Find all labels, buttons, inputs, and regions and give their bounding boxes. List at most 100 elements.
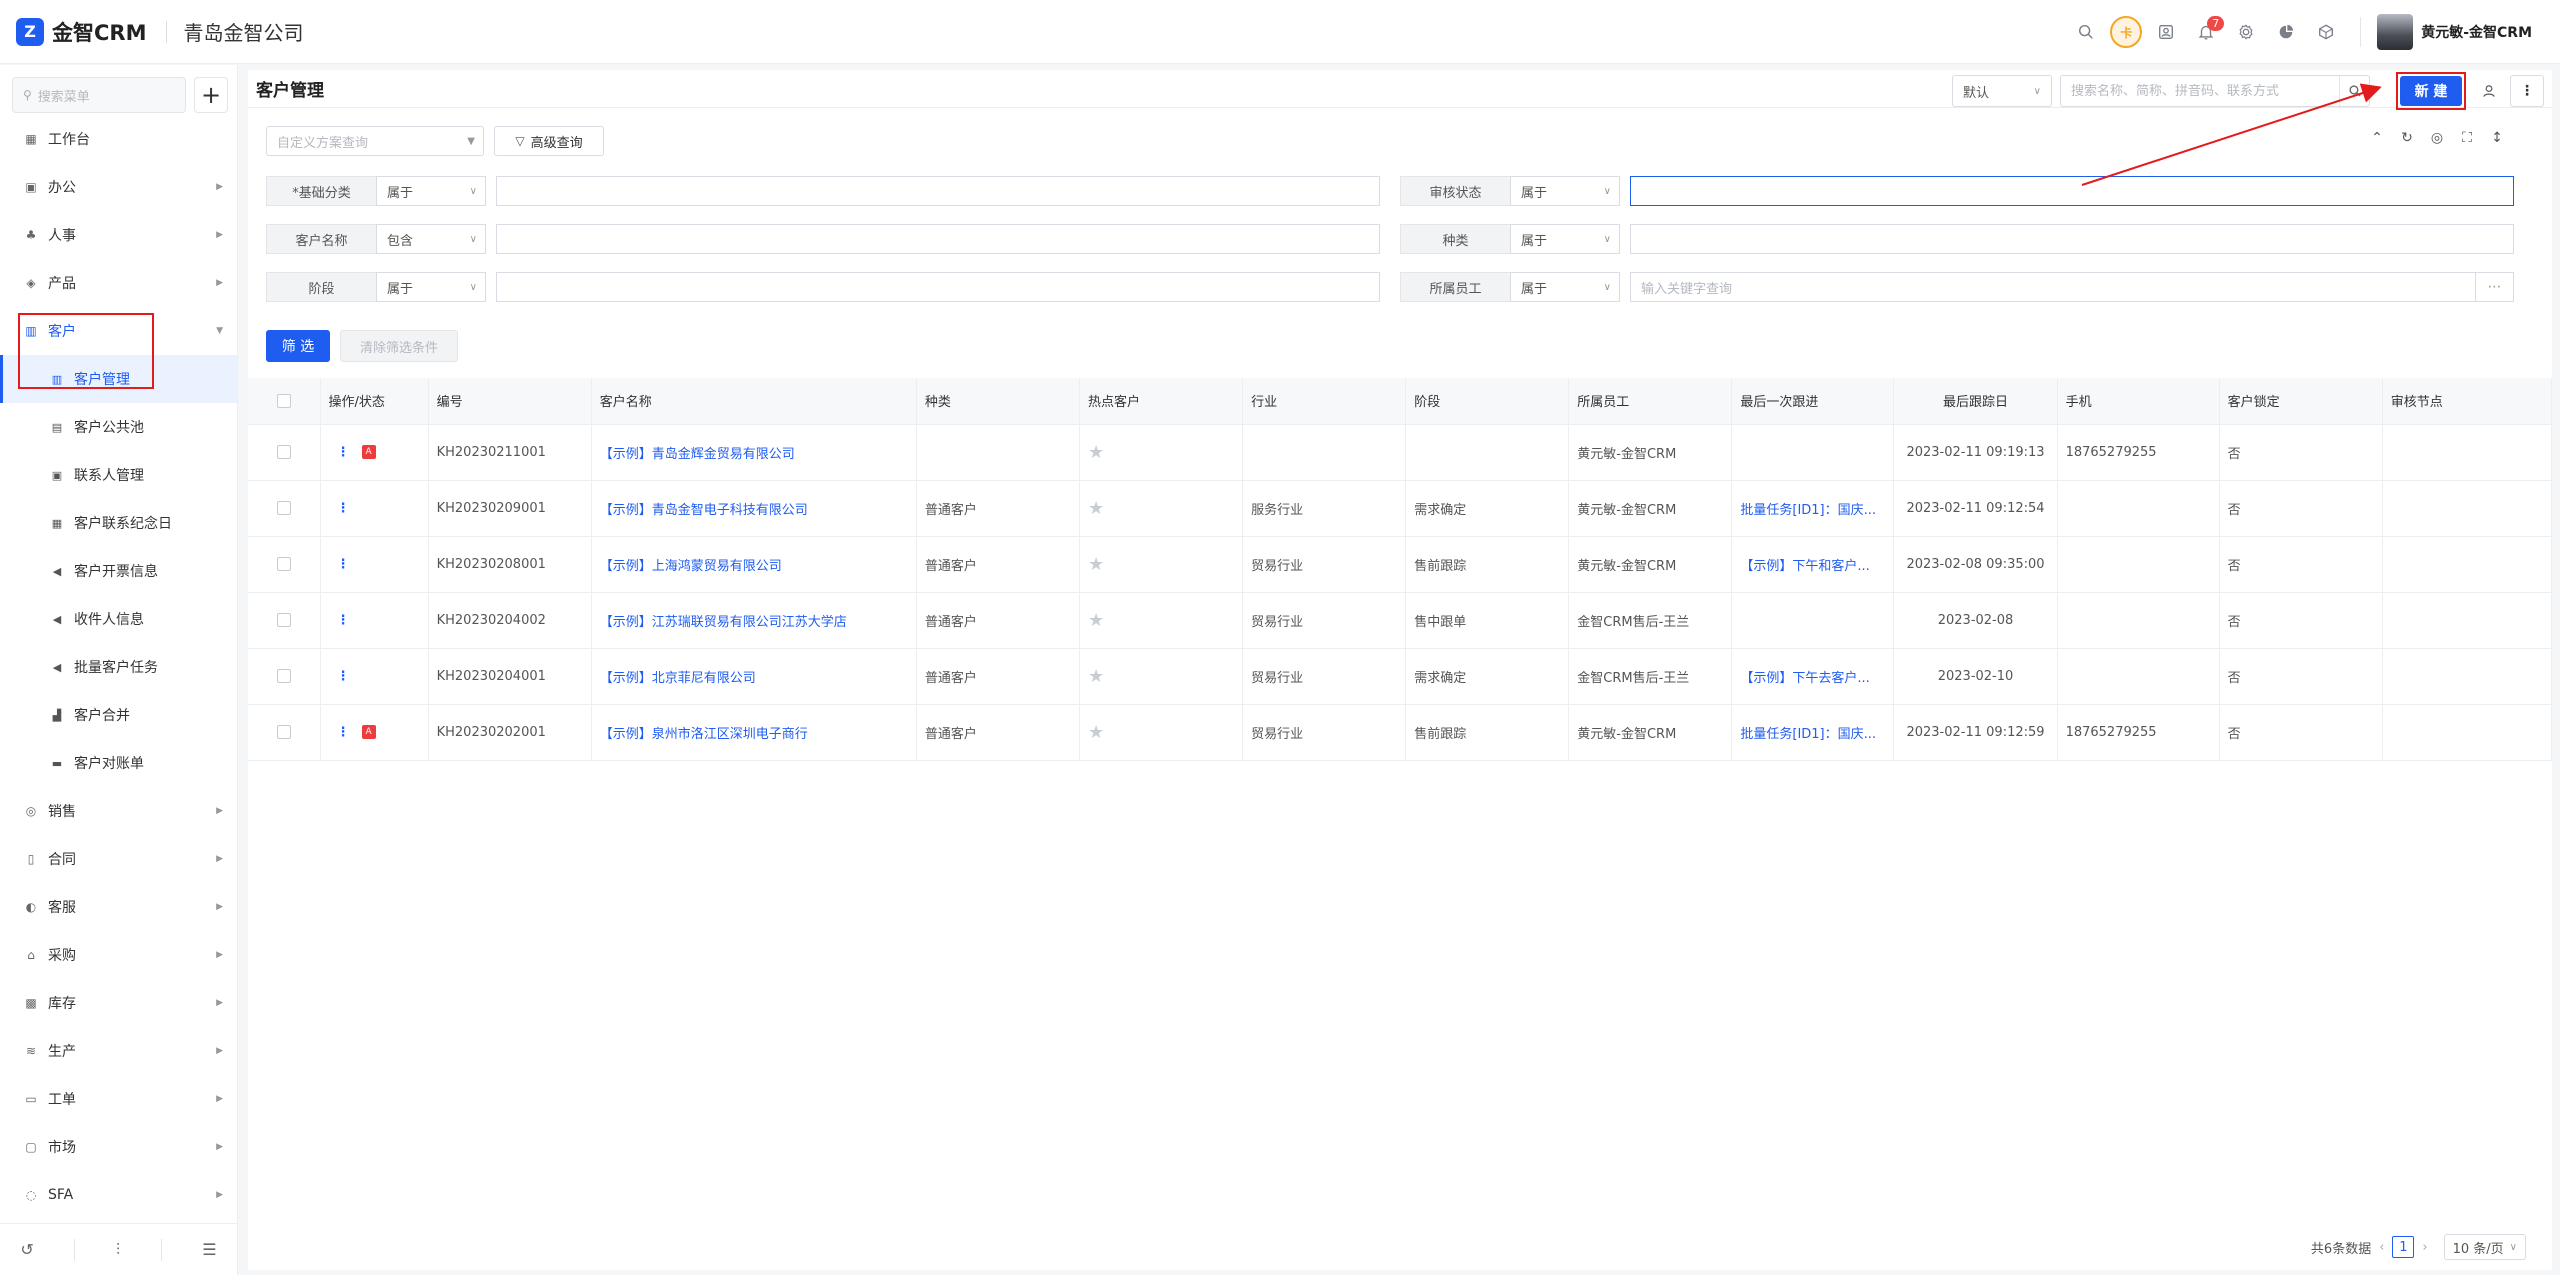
filter-value-input[interactable] [1630, 224, 2514, 254]
user-icon[interactable] [2472, 75, 2506, 107]
sidebar-subitem-customer-manage[interactable]: ▥ 客户管理 [0, 355, 237, 403]
filter-button[interactable]: 筛 选 [266, 330, 330, 362]
sidebar-subitem-invoice[interactable]: ◀ 客户开票信息 [0, 547, 237, 595]
customer-search-input[interactable] [2061, 83, 2339, 99]
sidebar-subitem-batch-task[interactable]: ◀ 批量客户任务 [0, 643, 237, 691]
sidebar-item-market[interactable]: ▢ 市场 ▶ [0, 1123, 237, 1171]
last-follow-link[interactable] [1731, 592, 1895, 649]
user-menu[interactable]: 黄元敏-金智CRM [2377, 14, 2532, 50]
filter-value-input[interactable] [496, 224, 1380, 254]
sidebar-subitem-merge[interactable]: ▟ 客户合并 [0, 691, 237, 739]
card-icon[interactable]: 卡 [2106, 12, 2146, 52]
staff-keyword-input[interactable]: 输入关键字查询 [1630, 272, 2476, 302]
last-follow-link[interactable]: 批量任务[ID1]：国庆... [1731, 480, 1895, 537]
filter-operator-select[interactable]: 属于 ∨ [1510, 176, 1620, 206]
more-options-icon[interactable]: ⋯ [2476, 272, 2514, 302]
sidebar-item-customer[interactable]: ▥ 客户 ▼ [0, 307, 237, 355]
filter-operator-select[interactable]: 属于 ∨ [376, 272, 486, 302]
scheme-select[interactable]: 自定义方案查询 ▼ [266, 126, 484, 156]
filter-value-input[interactable] [496, 176, 1380, 206]
more-button[interactable]: ⋮ [2510, 75, 2544, 107]
star-icon[interactable]: ★ [1088, 722, 1104, 743]
clear-filter-button[interactable]: 清除筛选条件 [340, 330, 458, 362]
sidebar-item-sales[interactable]: ◎ 销售 ▶ [0, 787, 237, 835]
table-row[interactable]: ⋮ KH20230204002 【示例】江苏瑞联贸易有限公司江苏大学店 普通客户 ★ 贸易… [248, 592, 2553, 649]
page-number[interactable]: 1 [2392, 1236, 2415, 1258]
app-logo[interactable]: Z 金智CRM [16, 17, 146, 47]
sidebar-subitem-customer-pool[interactable]: ▤ 客户公共池 [0, 403, 237, 451]
sidebar-item-purchase[interactable]: ⌂ 采购 ▶ [0, 931, 237, 979]
sidebar-subitem-statement[interactable]: ▬ 客户对账单 [0, 739, 237, 787]
sidebar-item-inventory[interactable]: ▩ 库存 ▶ [0, 979, 237, 1027]
star-icon[interactable]: ★ [1088, 610, 1104, 631]
sidebar-item-production[interactable]: ≋ 生产 ▶ [0, 1027, 237, 1075]
target-icon[interactable]: ◎ [2422, 130, 2452, 146]
refresh-icon[interactable]: ↻ [2392, 130, 2422, 146]
sidebar-subitem-contacts[interactable]: ▣ 联系人管理 [0, 451, 237, 499]
filter-operator-select[interactable]: 属于 ∨ [1510, 272, 1620, 302]
last-follow-link[interactable]: 【示例】下午去客户... [1731, 648, 1895, 705]
sidebar-item-office[interactable]: ▣ 办公 ▶ [0, 163, 237, 211]
customer-name-link[interactable]: 【示例】上海鸿蒙贸易有限公司 [591, 536, 917, 593]
sidebar-subitem-anniversary[interactable]: ▦ 客户联系纪念日 [0, 499, 237, 547]
filter-operator-select[interactable]: 属于 ∨ [1510, 224, 1620, 254]
sidebar-item-workbench[interactable]: ▦ 工作台 [0, 115, 237, 163]
pie-chart-icon[interactable] [2266, 12, 2306, 52]
filter-value-input[interactable] [496, 272, 1380, 302]
table-row[interactable]: ⋮ KH20230209001 【示例】青岛金智电子科技有限公司 普通客户 ★ 服务行业需… [248, 480, 2553, 537]
new-button[interactable]: 新 建 [2400, 76, 2462, 106]
search-icon[interactable] [2066, 12, 2106, 52]
bell-icon[interactable]: 7 [2186, 12, 2226, 52]
more-vertical-icon[interactable]: ⋮ [337, 445, 350, 460]
sidebar-item-product[interactable]: ◈ 产品 ▶ [0, 259, 237, 307]
star-icon[interactable]: ★ [1088, 554, 1104, 575]
sidebar-item-contract[interactable]: ▯ 合同 ▶ [0, 835, 237, 883]
row-checkbox[interactable] [276, 501, 291, 515]
row-checkbox[interactable] [276, 725, 291, 739]
filter-operator-select[interactable]: 属于 ∨ [376, 176, 486, 206]
sidebar-item-service[interactable]: ◐ 客服 ▶ [0, 883, 237, 931]
prev-page-icon[interactable]: ‹ [2379, 1240, 2384, 1255]
settings-sliders-icon[interactable]: ⫶ [116, 1240, 120, 1260]
row-checkbox[interactable] [276, 613, 291, 627]
filter-operator-select[interactable]: 包含 ∨ [376, 224, 486, 254]
sidebar-item-hr[interactable]: ♣ 人事 ▶ [0, 211, 237, 259]
page-size-select[interactable]: 10 条/页 ∨ [2443, 1234, 2526, 1260]
customer-name-link[interactable]: 【示例】青岛金智电子科技有限公司 [591, 480, 917, 537]
sidebar-subitem-recipient[interactable]: ◀ 收件人信息 [0, 595, 237, 643]
table-row[interactable]: ⋮ A KH20230211001 【示例】青岛金辉金贸易有限公司 ★ 黄元敏-金智CRM… [248, 424, 2553, 481]
row-checkbox[interactable] [276, 557, 291, 571]
row-checkbox[interactable] [276, 669, 291, 683]
menu-search-input[interactable]: ⚲ 搜索菜单 [12, 77, 186, 113]
table-row[interactable]: ⋮ KH20230204001 【示例】北京菲尼有限公司 普通客户 ★ 贸易行业 需求确定金… [248, 648, 2553, 705]
last-follow-link[interactable]: 【示例】下午和客户... [1731, 536, 1895, 593]
filter-value-input[interactable] [1630, 176, 2514, 206]
more-vertical-icon[interactable]: ⋮ [337, 501, 350, 516]
customer-name-link[interactable]: 【示例】青岛金辉金贸易有限公司 [591, 424, 917, 481]
next-page-icon[interactable]: › [2422, 1240, 2427, 1255]
star-icon[interactable]: ★ [1088, 498, 1104, 519]
star-icon[interactable]: ★ [1088, 666, 1104, 687]
collapse-menu-icon[interactable]: ☰ [202, 1240, 216, 1259]
gear-icon[interactable] [2226, 12, 2266, 52]
last-follow-link[interactable]: 批量任务[ID1]：国庆... [1731, 704, 1895, 761]
fullscreen-icon[interactable]: ⛶ [2452, 130, 2482, 146]
collapse-up-icon[interactable]: ⌃ [2362, 130, 2392, 146]
select-all-checkbox[interactable] [248, 378, 321, 425]
customer-name-link[interactable]: 【示例】北京菲尼有限公司 [591, 648, 917, 705]
contacts-icon[interactable] [2146, 12, 2186, 52]
more-vertical-icon[interactable]: ⋮ [337, 669, 350, 684]
checkbox[interactable] [276, 393, 291, 408]
customer-name-link[interactable]: 【示例】泉州市洛江区深圳电子商行 [591, 704, 917, 761]
row-checkbox[interactable] [276, 445, 291, 459]
sidebar-item-sfa[interactable]: ◌ SFA ▶ [0, 1171, 237, 1219]
more-vertical-icon[interactable]: ⋮ [337, 613, 350, 628]
sidebar-item-workorder[interactable]: ▭ 工单 ▶ [0, 1075, 237, 1123]
add-menu-button[interactable]: + [194, 77, 228, 113]
history-icon[interactable]: ↺ [20, 1240, 33, 1259]
more-vertical-icon[interactable]: ⋮ [337, 557, 350, 572]
star-icon[interactable]: ★ [1088, 442, 1104, 463]
more-vertical-icon[interactable]: ⋮ [337, 725, 350, 740]
view-select[interactable]: 默认 ∨ [1952, 75, 2052, 107]
table-row[interactable]: ⋮ A KH20230202001 【示例】泉州市洛江区深圳电子商行 普通客户 ★ 贸易行业… [248, 704, 2553, 761]
